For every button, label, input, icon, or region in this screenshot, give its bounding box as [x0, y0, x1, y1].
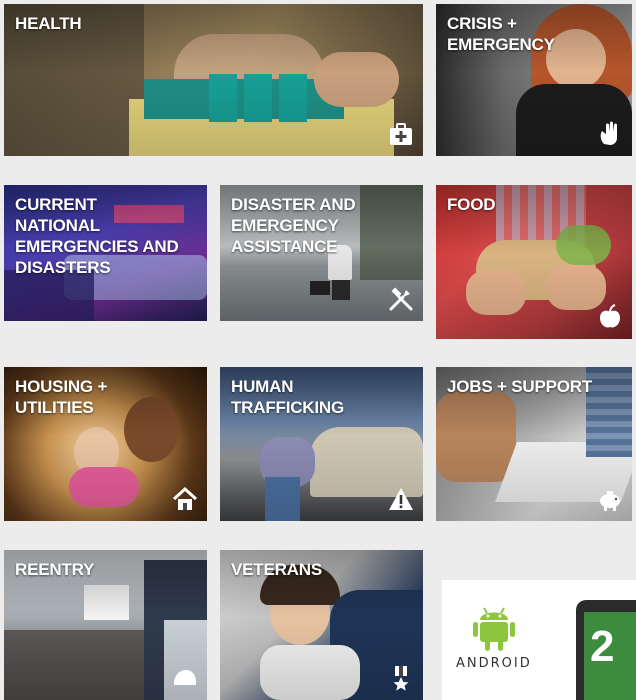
device-mockup: 2	[576, 600, 636, 700]
tools-icon	[389, 287, 413, 311]
piggy-bank-icon	[600, 491, 620, 511]
tile-national-emergencies[interactable]: CURRENT NATIONAL EMERGENCIES AND DISASTE…	[4, 185, 207, 321]
hand-icon	[600, 121, 617, 145]
house-icon	[172, 486, 198, 510]
tile-housing-utilities[interactable]: HOUSING + UTILITIES	[4, 367, 207, 521]
helmet-icon	[174, 670, 196, 685]
tile-label: HOUSING + UTILITIES	[15, 377, 108, 417]
tile-human-trafficking[interactable]: HUMAN TRAFFICKING	[220, 367, 423, 521]
android-label: ANDROID	[456, 656, 532, 671]
medal-icon	[393, 666, 409, 691]
device-screen: 2	[584, 612, 636, 700]
tile-jobs-support[interactable]: JOBS + SUPPORT	[436, 367, 632, 521]
apple-icon	[600, 304, 620, 328]
tile-label: HUMAN TRAFFICKING	[231, 377, 345, 417]
tile-veterans[interactable]: VETERANS	[220, 550, 423, 700]
tile-label: DISASTER AND EMERGENCY ASSISTANCE	[231, 195, 356, 256]
tile-label: CRISIS + EMERGENCY	[447, 14, 555, 54]
tile-disaster-assistance[interactable]: DISASTER AND EMERGENCY ASSISTANCE	[220, 185, 423, 321]
tile-label: FOOD	[447, 195, 496, 214]
tile-crisis-emergency[interactable]: CRISIS + EMERGENCY	[436, 4, 632, 156]
tile-label: REENTRY	[15, 560, 95, 579]
tile-reentry[interactable]: REENTRY	[4, 550, 207, 700]
tile-label: VETERANS	[231, 560, 322, 579]
warning-icon	[389, 488, 413, 510]
first-aid-kit-icon	[390, 123, 412, 145]
tile-label: HEALTH	[15, 14, 82, 33]
tile-food[interactable]: FOOD	[436, 185, 632, 339]
device-screen-digit: 2	[590, 622, 615, 671]
tile-label: JOBS + SUPPORT	[447, 377, 593, 396]
tile-health[interactable]: HEALTH	[4, 4, 423, 156]
tile-label: CURRENT NATIONAL EMERGENCIES AND DISASTE…	[15, 195, 179, 277]
android-robot-icon	[473, 607, 515, 651]
android-app-promo[interactable]: ANDROID 2	[442, 580, 636, 700]
